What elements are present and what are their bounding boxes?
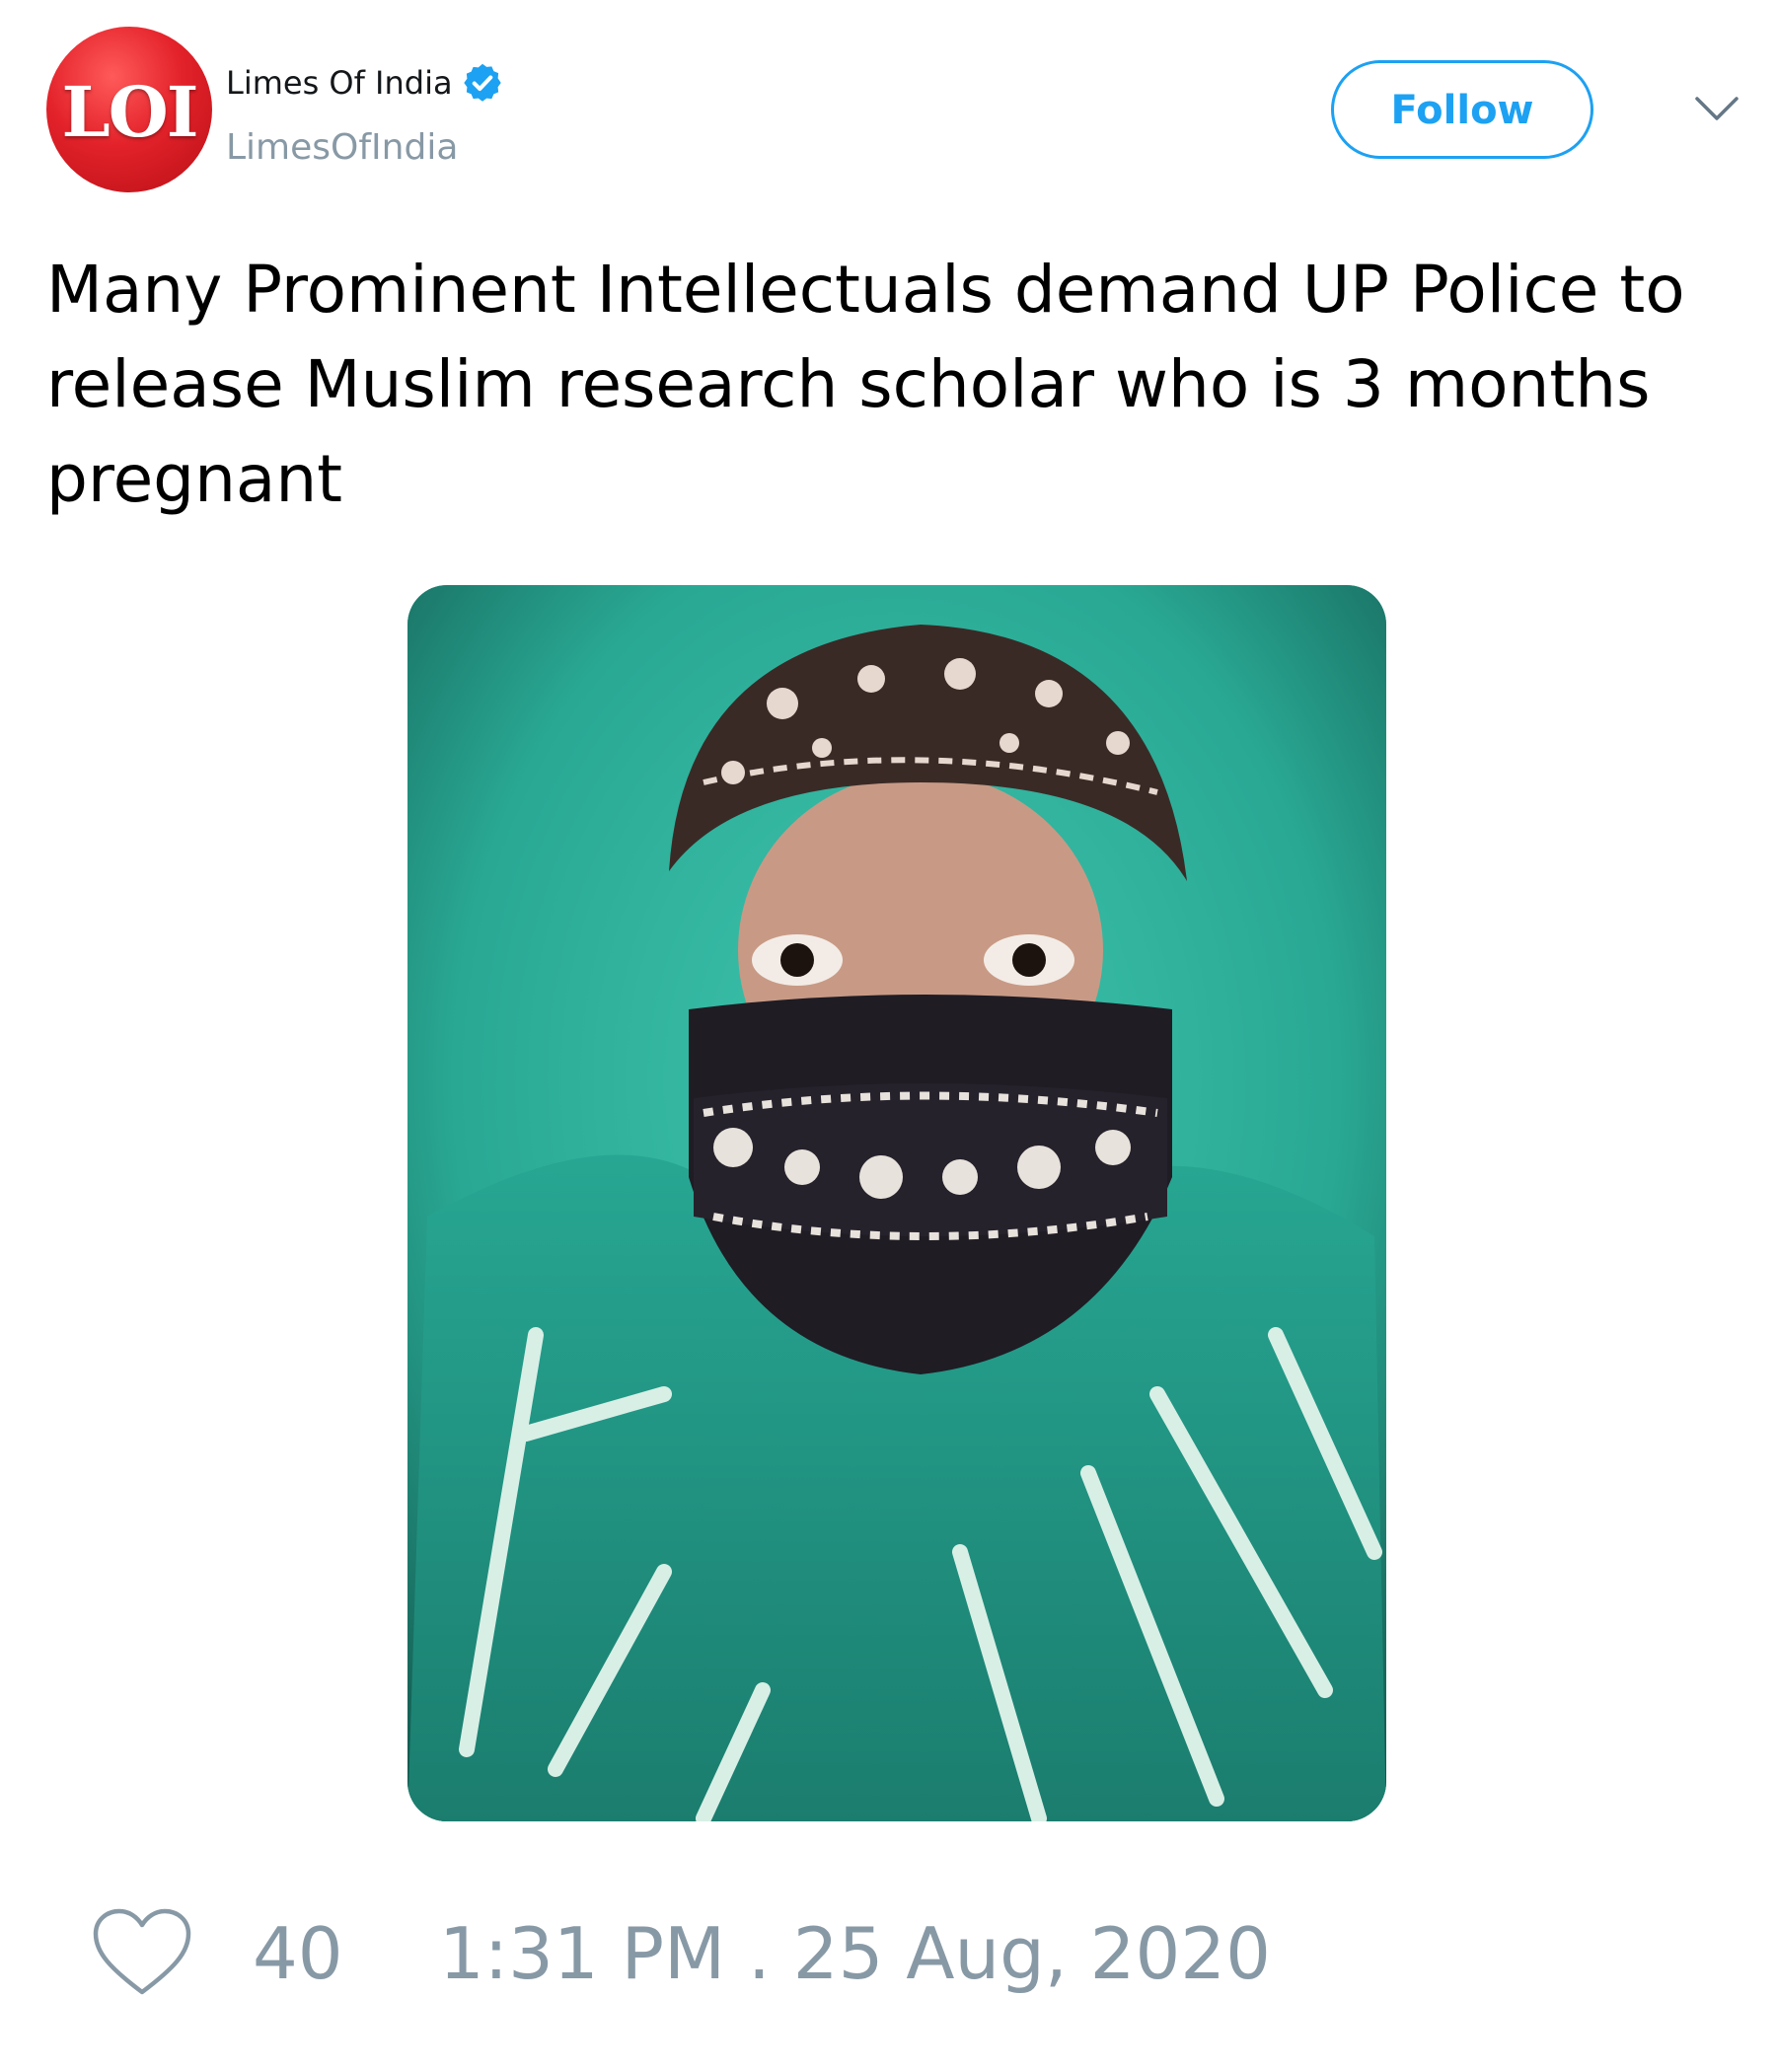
avatar[interactable]: LOI: [46, 27, 212, 192]
avatar-logo-text: LOI: [61, 71, 199, 153]
chevron-down-icon[interactable]: [1693, 93, 1740, 124]
heart-outline-icon[interactable]: [91, 1907, 193, 1998]
tweet-timestamp[interactable]: 1:31 PM . 25 Aug, 2020: [439, 1909, 1271, 1998]
verified-badge-icon: [461, 61, 504, 105]
user-handle[interactable]: LimesOfIndia: [226, 126, 458, 170]
follow-button[interactable]: Follow: [1331, 60, 1593, 159]
display-name[interactable]: Limes Of India: [226, 63, 453, 103]
display-name-row: Limes Of India: [226, 61, 504, 105]
photo-illustration: [407, 585, 1386, 1821]
tweet-photo[interactable]: [407, 585, 1386, 1821]
like-count[interactable]: 40: [253, 1909, 343, 1998]
tweet-text: Many Prominent Intellectuals demand UP P…: [46, 252, 1685, 517]
tweet-card: LOI Limes Of India LimesOfIndia Follow M…: [0, 0, 1776, 2072]
